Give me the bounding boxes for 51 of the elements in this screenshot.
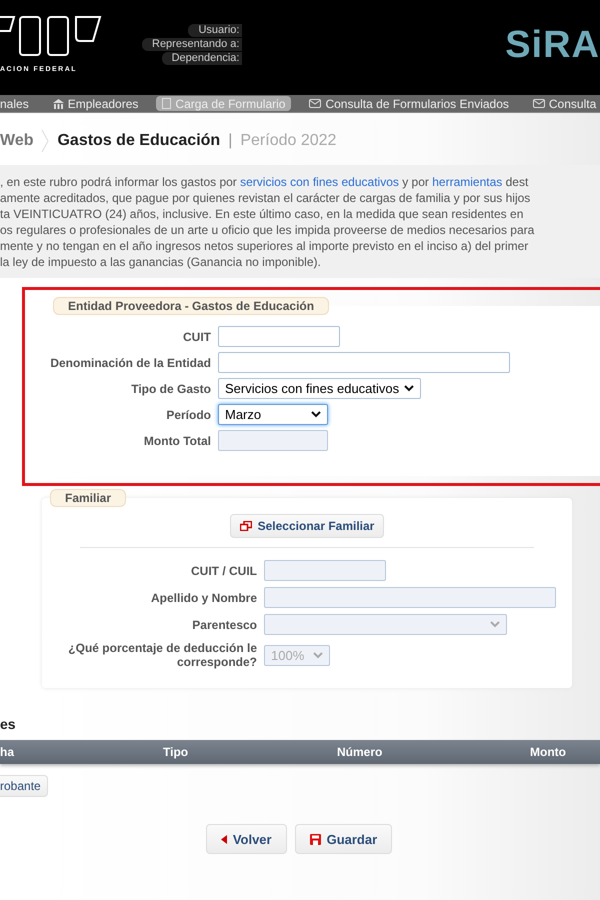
- envelope-icon: [309, 99, 322, 108]
- column-header: Monto: [530, 745, 567, 759]
- nav-tab[interactable]: Consulta: [526, 96, 600, 111]
- user-info-label: Dependencia:: [162, 52, 242, 65]
- back-button[interactable]: Volver: [206, 824, 287, 854]
- dropdown[interactable]: Marzo: [218, 404, 328, 425]
- user-info-label: Usuario:: [188, 24, 242, 37]
- link[interactable]: servicios con fines educativos: [240, 175, 399, 189]
- nav-tab[interactable]: Consulta de Formularios Enviados: [303, 96, 515, 111]
- breadcrumb-separator: |: [228, 132, 232, 150]
- field-label: ¿Qué porcentaje de deducción le corresponde?: [67, 641, 257, 669]
- column-header: Número: [337, 745, 384, 759]
- chevron-down-icon: [490, 621, 500, 628]
- save-button[interactable]: Guardar: [294, 824, 392, 854]
- chevron-icon: [41, 129, 50, 153]
- field-label: Apellido y Nombre: [150, 590, 257, 604]
- logo-icon: [0, 15, 102, 57]
- input-field[interactable]: [218, 352, 510, 373]
- user-info-label: Representando a:: [142, 38, 242, 51]
- app-logo-text: SiRA: [505, 24, 600, 67]
- dropdown[interactable]: Servicios con fines educativos: [218, 378, 421, 399]
- triangle-left-icon: [220, 834, 227, 844]
- column-header: Tipo: [163, 745, 190, 759]
- column-header: ha: [0, 745, 16, 759]
- field-label: Período: [165, 408, 211, 422]
- document-icon: [162, 98, 172, 109]
- chevron-down-icon: [404, 385, 414, 392]
- description-text: , en este rubro podrá informar los gastos por servicios con fines educativos y por herramientas dest amente acreditados, que pague por quienes revistan el carácter de cargas de familia y por sus hijos ta VEINTICUATRO (24) años, inclusive. En este último caso, en la medida que sean residentes en os regulares o profesionales de un arte u oficio que les impida proveerse de medios necesarios para mente y no tengan en el año ingresos netos superiores al importe previsto en el inciso a) del primer la ley de impuesto a las ganancias (Ganancia no imponible).: [0, 174, 536, 270]
- input-field[interactable]: [218, 326, 340, 347]
- building-icon: [52, 98, 64, 108]
- chevron-down-icon: [311, 411, 321, 418]
- field-label: Monto Total: [142, 434, 211, 448]
- link[interactable]: herramientas: [432, 175, 502, 189]
- chevron-down-icon: [313, 652, 323, 658]
- section-legend: Familiar: [50, 489, 126, 507]
- page-title: Gastos de Educación: [57, 132, 220, 150]
- add-receipt-button[interactable]: robante: [0, 775, 48, 797]
- section-heading: es: [0, 716, 17, 734]
- select-family-button[interactable]: Seleccionar Familiar: [230, 514, 384, 538]
- field-label: CUIT / CUIL: [190, 564, 257, 578]
- field-label: Parentesco: [191, 618, 257, 632]
- period-label: Período 2022: [240, 132, 336, 150]
- field-label: Denominación de la Entidad: [49, 356, 211, 370]
- nav-tab[interactable]: nales: [0, 96, 35, 111]
- section-legend: Entidad Proveedora - Gastos de Educación: [53, 297, 330, 315]
- envelope-icon: [532, 99, 545, 108]
- nav-tab[interactable]: Empleadores: [46, 96, 144, 111]
- field-label: CUIT: [182, 330, 211, 344]
- field-label: Tipo de Gasto: [130, 382, 211, 396]
- windows-icon: [240, 521, 252, 531]
- breadcrumb-link[interactable]: Web: [0, 132, 34, 150]
